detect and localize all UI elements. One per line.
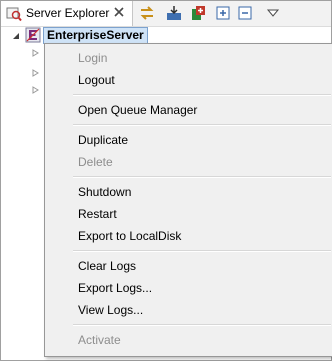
menu-item-activate: Activate [45,329,332,351]
menu-item-label: Export Logs... [78,281,153,295]
menu-item-view-logs[interactable]: View Logs... [45,299,332,321]
menu-item-label: View Logs... [78,303,144,317]
menu-item-clear-logs[interactable]: Clear Logs [45,255,332,277]
menu-item-label: Clear Logs [78,259,137,273]
menu-separator [73,124,331,126]
sync-icon[interactable] [139,5,155,21]
server-explorer-tab[interactable]: Server Explorer [1,1,133,26]
collapsed-arrow-icon[interactable] [32,86,39,94]
menu-item-label: Login [78,51,108,65]
collapsed-arrow-icon[interactable] [32,69,39,77]
context-menu: Login Logout Open Queue Manager Duplicat… [44,43,332,357]
menu-item-label: Export to LocalDisk [78,229,182,243]
menu-item-label: Shutdown [78,185,132,199]
menu-item-login: Login [45,47,332,69]
import-icon[interactable] [166,5,182,21]
view-tab-bar: Server Explorer [1,1,331,27]
menu-item-open-queue-manager[interactable]: Open Queue Manager [45,99,332,121]
menu-item-label: Delete [78,155,113,169]
close-icon[interactable] [112,5,126,19]
menu-separator [73,324,331,326]
menu-item-label: Duplicate [78,133,129,147]
menu-item-label: Open Queue Manager [78,103,198,117]
collapsed-arrow-icon[interactable] [32,49,39,57]
menu-item-label: Restart [78,207,117,221]
tree-item-enterprise-server[interactable]: EnterpriseServer [1,26,331,44]
menu-separator [73,94,331,96]
menu-item-export-logs[interactable]: Export Logs... [45,277,332,299]
server-explorer-icon [6,7,22,22]
server-explorer-view: Server Explorer EnterpriseServer Login L… [0,0,332,361]
tree-item-label: EnterpriseServer [43,27,148,44]
menu-item-duplicate[interactable]: Duplicate [45,129,332,151]
menu-item-logout[interactable]: Logout [45,69,332,91]
menu-item-export-to-localdisk[interactable]: Export to LocalDisk [45,225,332,247]
menu-item-shutdown[interactable]: Shutdown [45,181,332,203]
view-menu-icon[interactable] [265,5,281,21]
menu-separator [73,176,331,178]
menu-item-delete: Delete [45,151,332,173]
expanded-arrow-icon[interactable] [12,32,20,40]
expand-all-icon[interactable] [215,5,231,21]
add-server-icon[interactable] [190,5,206,21]
menu-separator [73,250,331,252]
tab-title: Server Explorer [26,6,110,20]
menu-item-label: Logout [78,73,115,87]
collapse-all-icon[interactable] [237,5,253,21]
server-icon [25,27,41,43]
menu-item-label: Activate [78,333,121,347]
menu-item-restart[interactable]: Restart [45,203,332,225]
